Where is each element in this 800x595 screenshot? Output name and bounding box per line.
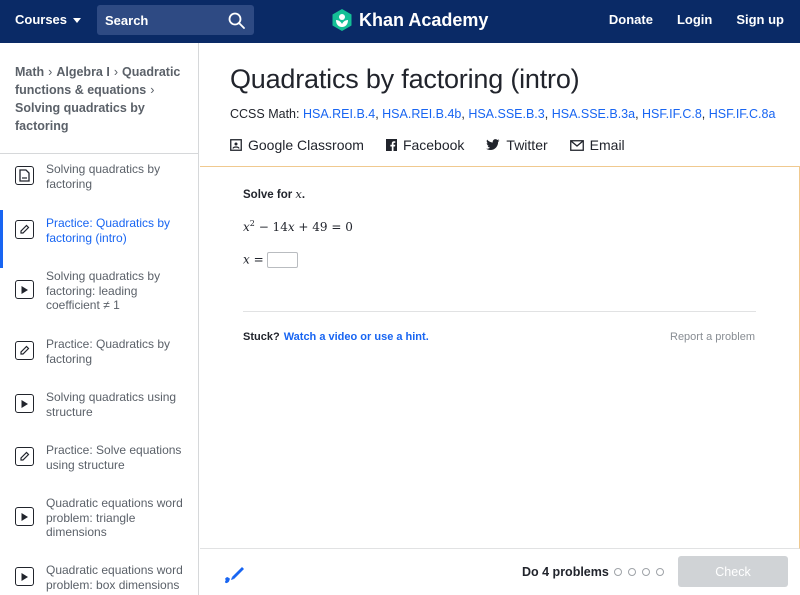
exercise-panel: Solve for x. x2 − 14x + 49 = 0 x = Stuck… — [200, 166, 800, 549]
sidebar-item-label: Solving quadratics by factoring — [46, 162, 161, 191]
breadcrumb-algebra-1[interactable]: Algebra I — [56, 65, 110, 79]
signup-link[interactable]: Sign up — [736, 12, 784, 27]
search-input[interactable]: Search — [97, 5, 254, 35]
progress-dot — [628, 568, 636, 576]
equation-term: x — [243, 220, 250, 234]
ccss-link[interactable]: HSA.REI.B.4b — [382, 107, 461, 121]
divider — [243, 311, 756, 312]
exercise-prompt: Solve for x. — [243, 187, 305, 201]
breadcrumb-solving-quadratics[interactable]: Solving quadratics by factoring — [15, 101, 145, 133]
scratchpad-button[interactable] — [224, 562, 246, 589]
twitter-icon — [486, 139, 500, 150]
play-icon — [15, 567, 34, 586]
prompt-prefix: Solve for — [243, 189, 296, 201]
share-twitter-button[interactable]: Twitter — [486, 137, 548, 153]
pencil-icon — [15, 341, 34, 360]
stuck-prompt: Stuck? Watch a video or use a hint. — [243, 331, 429, 343]
ccss-link[interactable]: HSF.IF.C.8a — [709, 107, 776, 121]
stuck-label: Stuck? — [243, 331, 280, 343]
sidebar-item-label: Practice: Quadratics by factoring — [46, 337, 171, 366]
progress-dot — [656, 568, 664, 576]
report-problem-link[interactable]: Report a problem — [670, 331, 755, 343]
breadcrumb-math[interactable]: Math — [15, 65, 44, 79]
problem-count-label: Do 4 problems — [522, 565, 609, 579]
share-facebook-label: Facebook — [402, 137, 465, 153]
search-placeholder: Search — [105, 12, 149, 28]
share-email-label: Email — [589, 137, 625, 153]
logo-text: Khan Academy — [359, 9, 489, 30]
sidebar-item-leading-coefficient-video[interactable]: Solving quadratics by factoring: leading… — [0, 269, 198, 313]
donate-link[interactable]: Donate — [609, 12, 653, 27]
play-icon — [15, 507, 34, 526]
sidebar-item-label: Practice: Quadratics by factoring (intro… — [46, 216, 171, 245]
pencil-icon — [15, 220, 34, 239]
share-google-classroom-button[interactable]: Google Classroom — [230, 137, 364, 153]
sidebar-item-practice-quadratics-by-factoring-intro[interactable]: Practice: Quadratics by factoring (intro… — [0, 210, 198, 268]
progress-dot — [642, 568, 650, 576]
equation: x2 − 14x + 49 = 0 — [243, 219, 353, 234]
prompt-suffix: . — [301, 189, 306, 201]
answer-label: x = — [243, 252, 264, 267]
chevron-right-icon: › — [48, 65, 53, 79]
ccss-link[interactable]: HSA.REI.B.4 — [303, 107, 375, 121]
login-link[interactable]: Login — [677, 12, 712, 27]
sidebar-item-practice-solve-using-structure[interactable]: Practice: Solve equations using structur… — [0, 443, 198, 472]
progress-dots — [614, 568, 664, 576]
email-icon — [569, 139, 584, 151]
page-title: Quadratics by factoring (intro) — [230, 64, 580, 94]
answer-row: x = — [243, 252, 298, 268]
pencil-icon — [15, 447, 34, 466]
sidebar-item-label: Solving quadratics using structure — [46, 390, 177, 419]
top-navigation-bar: Courses Search Khan Academy Donate Login… — [0, 0, 800, 43]
sidebar: Math › Algebra I › Quadratic functions & equ… — [0, 43, 199, 595]
courses-menu-button[interactable]: Courses — [15, 12, 82, 27]
ccss-standards: CCSS Math: HSA.REI.B.4, HSA.REI.B.4b, HS… — [230, 107, 776, 121]
chevron-right-icon: › — [113, 65, 119, 79]
sidebar-item-label: Quadratic equations word problem: triang… — [46, 496, 183, 539]
ccss-link[interactable]: HSA.SSE.B.3a — [552, 107, 635, 121]
ccss-prefix: CCSS Math: — [230, 107, 300, 121]
check-button[interactable]: Check — [678, 556, 788, 587]
sidebar-item-label: Solving quadratics by factoring: leading… — [46, 269, 161, 312]
caret-down-icon — [73, 18, 82, 23]
sidebar-item-label: Practice: Solve equations using structur… — [46, 443, 182, 472]
scratchpad-pencil-icon — [225, 567, 244, 584]
search-icon[interactable] — [228, 12, 245, 29]
equation-term: − 14 — [254, 220, 288, 234]
sidebar-item-box-dimensions-video[interactable]: Quadratic equations word problem: box di… — [0, 563, 198, 592]
sidebar-item-solving-using-structure-video[interactable]: Solving quadratics using structure — [0, 390, 198, 419]
khan-academy-logo[interactable]: Khan Academy — [331, 8, 488, 32]
breadcrumb: Math › Algebra I › Quadratic functions & equ… — [0, 43, 198, 154]
article-icon — [15, 166, 34, 185]
share-bar: Google Classroom Facebook Twitter Email — [230, 137, 625, 153]
exercise-footer: Do 4 problems Check — [200, 549, 800, 595]
ccss-link[interactable]: HSA.SSE.B.3 — [468, 107, 544, 121]
sidebar-item-label: Quadratic equations word problem: box di… — [46, 563, 183, 592]
khan-academy-leaf-icon — [332, 9, 352, 31]
sidebar-item-solving-quadratics-by-factoring[interactable]: Solving quadratics by factoring — [0, 162, 198, 191]
google-classroom-icon — [230, 139, 242, 151]
share-email-button[interactable]: Email — [569, 137, 625, 153]
ccss-link[interactable]: HSF.IF.C.8 — [642, 107, 702, 121]
sidebar-item-triangle-dimensions-video[interactable]: Quadratic equations word problem: triang… — [0, 496, 198, 540]
play-icon — [15, 394, 34, 413]
share-facebook-button[interactable]: Facebook — [385, 137, 465, 153]
equation-term: + 49 = 0 — [294, 220, 353, 234]
facebook-icon — [385, 139, 397, 151]
answer-input[interactable] — [266, 252, 298, 268]
progress-dot — [614, 568, 622, 576]
sidebar-item-practice-quadratics-by-factoring[interactable]: Practice: Quadratics by factoring — [0, 337, 198, 366]
courses-label: Courses — [15, 12, 68, 27]
chevron-right-icon: › — [150, 83, 155, 97]
share-google-classroom-label: Google Classroom — [248, 137, 364, 153]
play-icon — [15, 280, 34, 299]
share-twitter-label: Twitter — [506, 137, 548, 153]
main-content: Quadratics by factoring (intro) CCSS Mat… — [200, 43, 800, 595]
equation-term: x — [287, 220, 295, 234]
hint-link[interactable]: Watch a video or use a hint. — [284, 331, 429, 343]
